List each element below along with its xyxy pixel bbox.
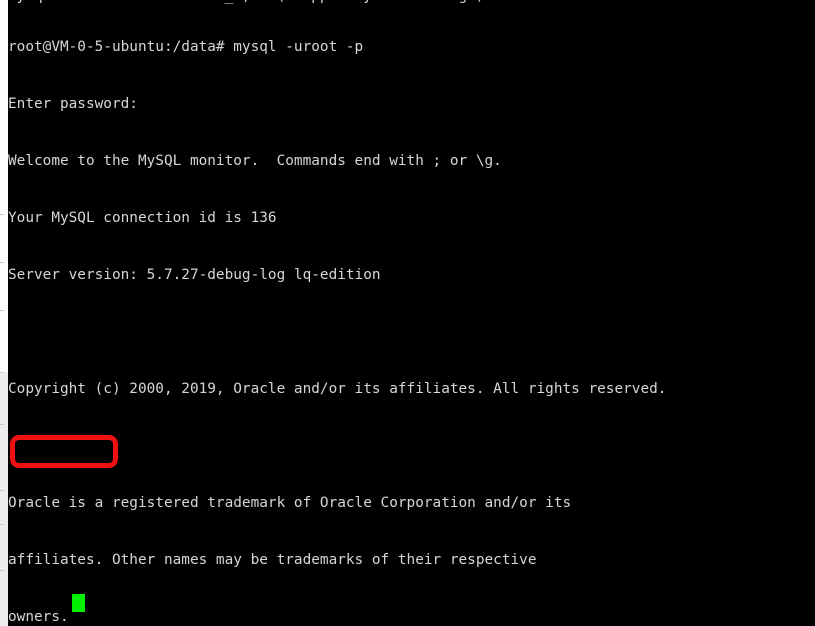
text-cursor: [72, 594, 85, 612]
scrollbar-gutter[interactable]: [0, 0, 8, 626]
terminal-line-welcome: Welcome to the MySQL monitor. Commands e…: [8, 153, 502, 169]
scrollbar-track[interactable]: [0, 372, 8, 626]
gutter-tick: [0, 262, 4, 263]
terminal-line-copyright: Copyright (c) 2000, 2019, Oracle and/or …: [8, 381, 667, 397]
gutter-tick: [0, 372, 4, 373]
terminal-window[interactable]: mysql> select * from test_1; (clipped by…: [0, 0, 815, 626]
terminal-line-trademark-3: owners.: [8, 609, 69, 625]
gutter-tick: [0, 214, 4, 215]
gutter-tick: [0, 310, 4, 311]
gutter-tick: [0, 570, 4, 571]
scrollbar-thumb[interactable]: [0, 0, 8, 372]
gutter-tick: [0, 424, 4, 425]
terminal-line-trademark-1: Oracle is a registered trademark of Orac…: [8, 495, 572, 511]
gutter-tick: [0, 490, 4, 491]
terminal-line-connection-id: Your MySQL connection id is 136: [8, 210, 277, 226]
terminal-line-shell-prompt: root@VM-0-5-ubuntu:/data# mysql -uroot -…: [8, 39, 364, 55]
terminal-line-trademark-2: affiliates. Other names may be trademark…: [8, 552, 537, 568]
terminal-line-server-version: Server version: 5.7.27-debug-log lq-edit…: [8, 267, 381, 283]
terminal-line-password-prompt: Enter password:: [8, 96, 138, 112]
gutter-tick: [0, 524, 4, 525]
terminal-scrollback[interactable]: root@VM-0-5-ubuntu:/data# mysql -uroot -…: [8, 0, 815, 626]
